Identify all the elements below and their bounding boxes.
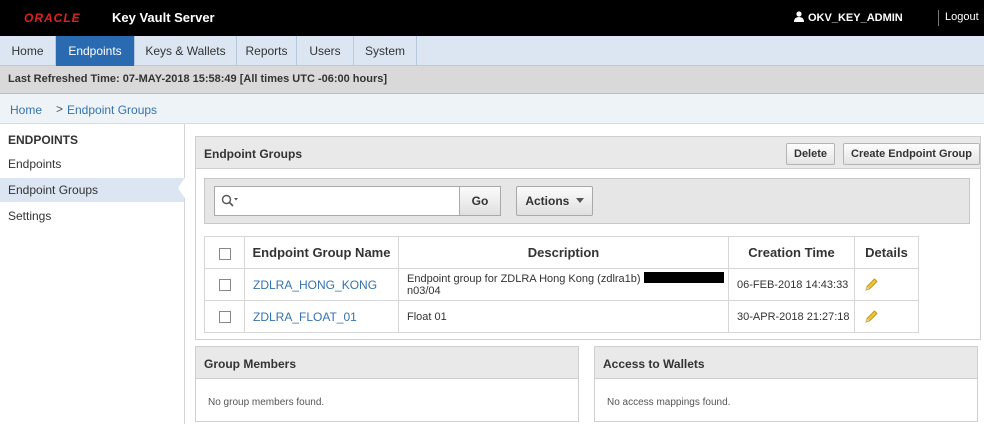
group-name-cell: ZDLRA_FLOAT_01 [244,300,399,333]
user-menu[interactable]: OKV_KEY_ADMIN [794,11,903,24]
select-all-cell [204,236,245,269]
sidebar-heading: ENDPOINTS [8,133,79,147]
group-name-link[interactable]: ZDLRA_HONG_KONG [253,278,377,292]
sidebar-item-endpoints[interactable]: Endpoints [0,152,184,176]
breadcrumb-home[interactable]: Home [10,103,42,117]
endpoint-groups-table: Endpoint Group Name Description Creation… [204,236,919,333]
details-cell [854,268,919,301]
caret-down-icon [575,198,584,203]
access-wallets-title: Access to Wallets [603,357,705,371]
pencil-icon[interactable] [863,277,879,293]
table-header-row: Endpoint Group Name Description Creation… [204,236,919,269]
user-icon [794,11,804,22]
table-row: ZDLRA_FLOAT_01 Float 01 30-APR-2018 21:2… [204,300,919,333]
creation-time-cell: 30-APR-2018 21:27:18 [728,300,855,333]
top-bar: ORACLE Key Vault Server OKV_KEY_ADMIN Lo… [0,0,984,36]
sidebar-item-endpoint-groups[interactable]: Endpoint Groups [0,178,184,202]
tab-keys-wallets[interactable]: Keys & Wallets [135,36,237,66]
actions-label: Actions [525,194,570,208]
breadcrumb-separator: > [56,102,64,116]
table-row: ZDLRA_HONG_KONG Endpoint group for ZDLRA… [204,268,919,301]
row-checkbox[interactable] [218,278,231,291]
tab-system[interactable]: System [354,36,417,66]
create-endpoint-group-button[interactable]: Create Endpoint Group [843,143,980,165]
actions-menu-button[interactable]: Actions [516,186,593,216]
tab-endpoints[interactable]: Endpoints [56,36,135,66]
refresh-bar: Last Refreshed Time: 07-MAY-2018 15:58:4… [0,66,984,94]
tab-home[interactable]: Home [0,36,56,66]
oracle-logo: ORACLE [24,11,81,25]
endpoint-groups-header: Endpoint Groups Delete Create Endpoint G… [196,137,980,169]
description-cell: Float 01 [398,300,729,333]
product-name: Key Vault Server [112,10,215,25]
sidebar-active-pointer [178,176,186,200]
header-divider [938,10,939,26]
breadcrumb-current: Endpoint Groups [67,103,158,117]
group-members-header: Group Members [196,347,578,379]
sidebar: ENDPOINTS Endpoints Endpoint Groups Sett… [0,124,185,424]
redaction-block [643,272,724,283]
col-header-details: Details [854,236,919,269]
tab-users[interactable]: Users [297,36,354,66]
access-wallets-panel: Access to Wallets No access mappings fou… [594,346,978,422]
refresh-time: Last Refreshed Time: 07-MAY-2018 15:58:4… [8,73,388,85]
group-name-cell: ZDLRA_HONG_KONG [244,268,399,301]
endpoint-groups-title: Endpoint Groups [204,147,302,161]
group-name-link[interactable]: ZDLRA_FLOAT_01 [253,310,357,324]
pencil-icon[interactable] [863,309,879,325]
row-select-cell [204,268,245,301]
description-cell: Endpoint group for ZDLRA Hong Kong (zdlr… [398,268,729,301]
col-header-creation-time[interactable]: Creation Time [728,236,855,269]
access-wallets-header: Access to Wallets [595,347,977,379]
username: OKV_KEY_ADMIN [808,12,903,24]
search-icon[interactable] [221,194,239,208]
details-cell [854,300,919,333]
description-suffix: n03/04 [407,285,441,297]
creation-time-cell: 06-FEB-2018 14:43:33 [728,268,855,301]
go-button[interactable]: Go [459,186,501,216]
group-members-title: Group Members [204,357,297,371]
col-header-name[interactable]: Endpoint Group Name [244,236,399,269]
breadcrumb: Home > Endpoint Groups [0,94,984,124]
group-members-panel: Group Members No group members found. [195,346,579,422]
row-select-cell [204,300,245,333]
delete-button[interactable]: Delete [786,143,836,165]
search-input[interactable] [214,186,460,216]
access-wallets-empty: No access mappings found. [607,397,731,408]
description-text: Float 01 [407,310,447,323]
sidebar-item-settings[interactable]: Settings [0,204,184,228]
search-toolbar: Go Actions [204,178,970,224]
tab-reports[interactable]: Reports [237,36,297,66]
group-members-empty: No group members found. [208,397,325,408]
main-nav: Home Endpoints Keys & Wallets Reports Us… [0,36,984,66]
description-text: Endpoint group for ZDLRA Hong Kong (zdlr… [407,273,641,285]
select-all-checkbox[interactable] [218,247,231,260]
row-checkbox[interactable] [218,310,231,323]
col-header-description[interactable]: Description [398,236,729,269]
logout-link[interactable]: Logout [945,11,979,23]
